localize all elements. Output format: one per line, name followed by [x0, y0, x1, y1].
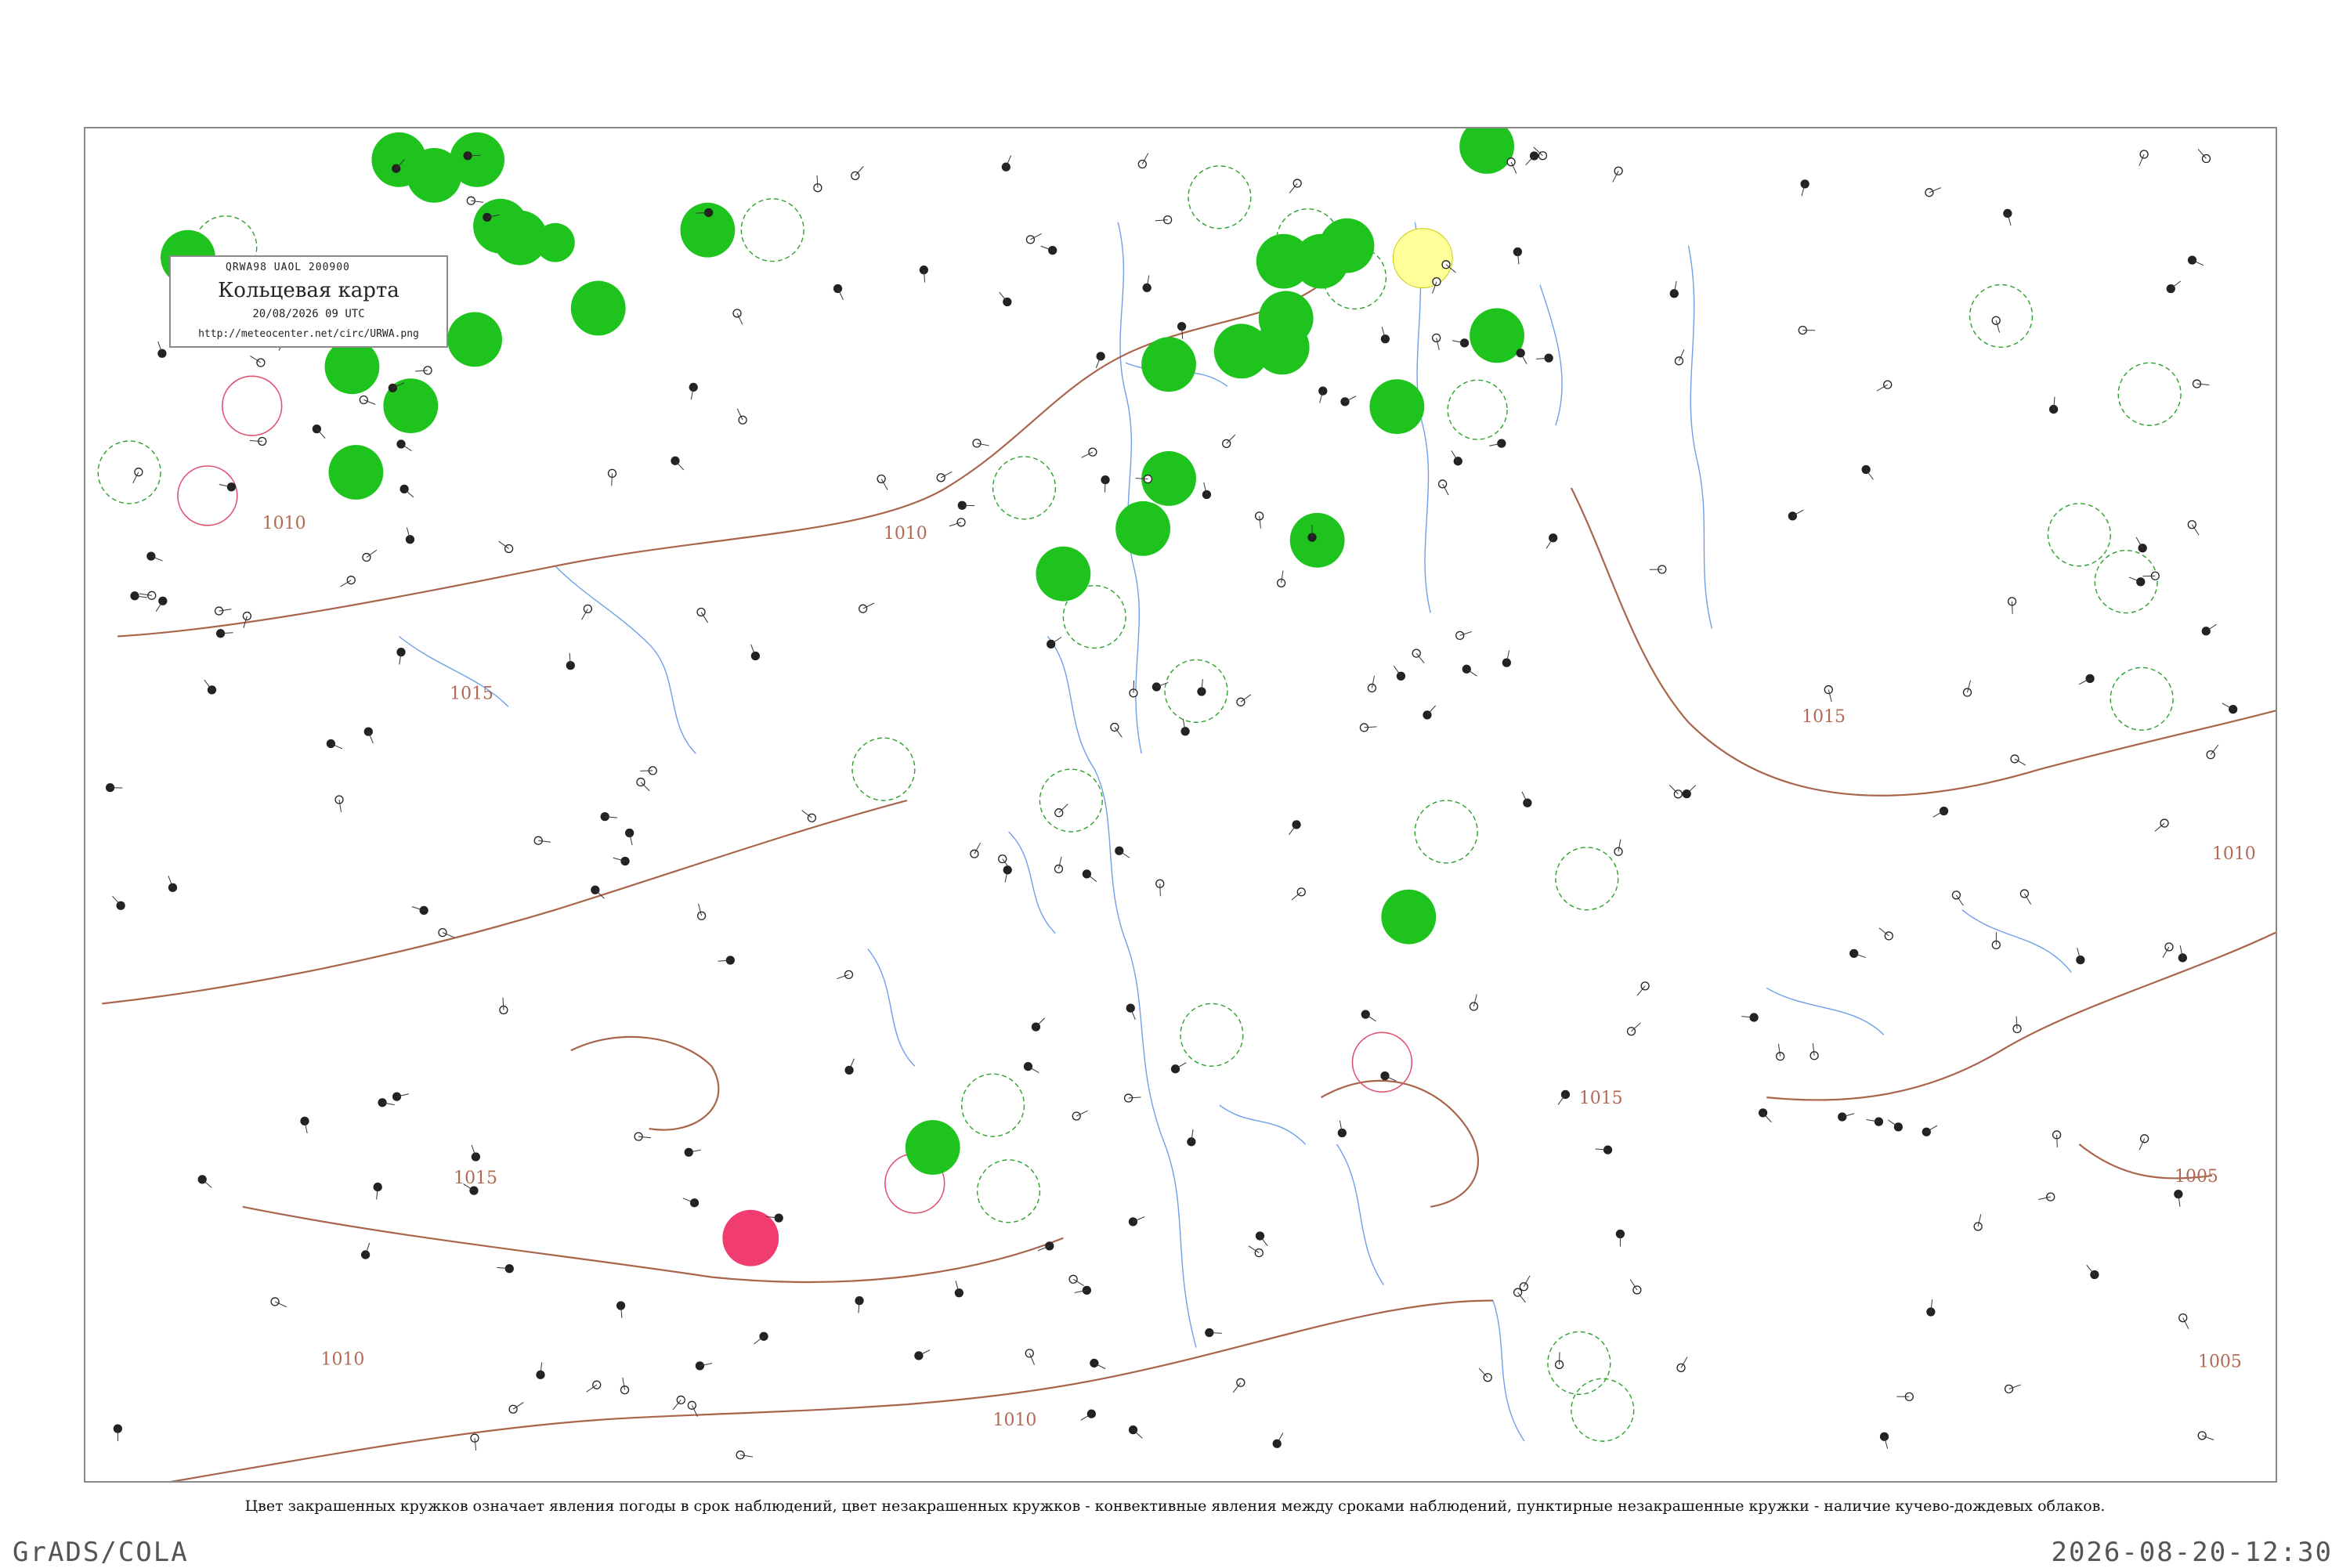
isobar-label: 1010	[884, 524, 927, 544]
wind-barb	[1526, 156, 1535, 165]
station-marker	[1003, 866, 1011, 874]
station-marker	[845, 1066, 853, 1074]
station-marker	[227, 483, 235, 491]
station-marker	[915, 1352, 923, 1360]
station-marker	[472, 1153, 479, 1161]
station-marker	[148, 591, 156, 599]
station-marker	[1561, 1090, 1569, 1098]
wind-barb	[696, 212, 709, 213]
footer-timestamp: 2026-08-20-12:30	[2051, 1537, 2333, 1568]
station-marker	[2229, 706, 2237, 714]
source-url: http://meteocenter.net/circ/URWA.png	[171, 328, 446, 340]
station-marker	[483, 213, 491, 221]
map-datetime: 20/08/2026 09 UTC	[171, 308, 446, 320]
station-marker	[971, 850, 978, 858]
wind-barb	[641, 782, 649, 791]
wind-barb	[1687, 786, 1696, 794]
map-caption: Цвет закрашенных кружков означает явлени…	[0, 1498, 2350, 1515]
station-marker	[1963, 688, 1971, 696]
station-marker	[2077, 956, 2084, 964]
station-marker	[2020, 890, 2028, 898]
station-marker	[1026, 236, 1034, 244]
map-title-box: QRWA98 UAOL 200900 Кольцевая карта 20/08…	[169, 255, 448, 348]
station-marker	[1143, 284, 1151, 291]
station-marker	[685, 1148, 692, 1156]
station-marker	[406, 536, 414, 544]
station-marker	[2137, 578, 2145, 586]
station-marker	[1256, 1232, 1264, 1240]
isobar-label: 1010	[993, 1411, 1037, 1430]
station-marker	[691, 1199, 699, 1207]
isobars	[102, 269, 2276, 1481]
footer-software-label: GrADS/COLA	[13, 1537, 189, 1568]
wind-barb	[1669, 785, 1678, 793]
station-marker	[1111, 723, 1119, 731]
wind-barb	[1133, 681, 1134, 693]
station-marker	[362, 1251, 370, 1259]
station-marker	[1992, 316, 2000, 324]
station-marker	[168, 883, 176, 891]
wind-barb	[1479, 1368, 1488, 1378]
station-marker	[808, 814, 815, 822]
station-marker	[2167, 285, 2175, 293]
drizzle-filled-circles	[1393, 229, 1452, 288]
station-marker	[1338, 1129, 1346, 1137]
wind-barb	[2012, 602, 2013, 614]
isobar-label: 1015	[1579, 1089, 1623, 1108]
wind-barb	[1209, 1333, 1222, 1334]
station-marker	[327, 739, 334, 747]
synoptic-map: 1010 1010 1015 1015 1015 1015 1010 1010 …	[84, 127, 2277, 1483]
station-marker	[1974, 1223, 1982, 1230]
station-marker	[1514, 1288, 1522, 1296]
station-marker	[1824, 686, 1832, 694]
station-marker	[621, 858, 629, 865]
station-marker	[1319, 387, 1327, 395]
wind-barb	[1059, 804, 1068, 813]
cb-dashed-circles	[98, 166, 2181, 1441]
thunder-filled-circles	[722, 1210, 779, 1266]
station-marker	[1138, 161, 1146, 168]
station-marker	[584, 605, 591, 612]
isobar-label: 1015	[454, 1169, 497, 1188]
isobar-label: 1005	[2175, 1167, 2218, 1187]
station-marker	[1083, 870, 1090, 878]
station-marker	[1049, 247, 1057, 255]
wind-barb	[1227, 435, 1235, 443]
convective-outline-circles	[178, 376, 1412, 1213]
isobar-label: 1010	[321, 1349, 365, 1369]
wind-barb	[1160, 883, 1161, 896]
isobar-label: 1010	[2212, 844, 2256, 864]
bulletin-header: QRWA98 UAOL 200900	[226, 262, 350, 273]
isobar-label: 1005	[2198, 1352, 2242, 1371]
map-title: Кольцевая карта	[171, 279, 446, 302]
station-marker	[834, 285, 842, 293]
wind-barb	[2057, 1135, 2058, 1147]
station-marker	[1801, 180, 1809, 188]
isobar-labels: 1010 1010 1015 1015 1015 1015 1010 1010 …	[262, 514, 2256, 1430]
isobar-label: 1010	[262, 514, 306, 533]
station-marker	[363, 554, 371, 562]
station-marker	[1462, 665, 1470, 673]
wind-barb	[675, 461, 684, 470]
wind-barb	[1036, 1018, 1044, 1027]
wind-barb	[468, 155, 480, 156]
station-marker	[1126, 1004, 1134, 1012]
station-marker	[2004, 209, 2012, 217]
wind-barb	[612, 473, 613, 486]
station-marker	[208, 686, 215, 694]
station-marker	[1633, 1286, 1641, 1294]
station-marker	[1940, 807, 1948, 815]
station-marker	[215, 607, 223, 615]
station-marker	[1047, 640, 1055, 648]
isobar-label: 1015	[450, 684, 494, 703]
rivers	[399, 222, 2071, 1441]
station-marker	[1072, 1112, 1080, 1120]
isobar-label: 1015	[1802, 707, 1846, 727]
